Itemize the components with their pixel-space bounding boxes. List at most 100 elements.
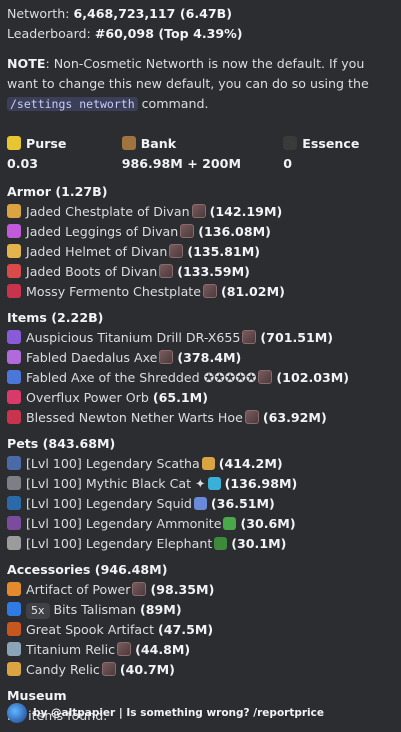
pet-item-icon	[207, 477, 221, 490]
accessories-list: Artifact of Power (98.35M) 5x Bits Talisma…	[7, 580, 393, 680]
item-name: Jaded Helmet of Divan	[26, 244, 168, 259]
stat-bank-label: Bank	[140, 136, 177, 151]
elephant-pet-icon	[7, 536, 21, 550]
networth-gem-icon	[202, 284, 217, 298]
stat-purse: Purse 0.03	[7, 134, 122, 176]
networth-label: Networth:	[7, 6, 70, 21]
networth-line: Networth: 6,468,723,117 (6.47B)	[7, 4, 393, 24]
accessories-section-title: Accessories (946.48M)	[7, 562, 168, 577]
networth-gem-icon	[244, 410, 259, 424]
list-item: [Lvl 100] Legendary Squid (36.51M)	[7, 494, 393, 514]
scatha-pet-icon	[7, 456, 21, 470]
helmet-icon	[7, 244, 21, 258]
embed-footer: by @altpapier | Is something wrong? /rep…	[7, 703, 324, 723]
item-value: (44.8M)	[135, 642, 191, 657]
leaderboard-label: Leaderboard:	[7, 26, 91, 41]
item-name: Candy Relic	[26, 662, 100, 677]
item-name: Artifact of Power	[26, 582, 131, 597]
item-name: [Lvl 100] Legendary Ammonite	[26, 516, 222, 531]
list-item: Artifact of Power (98.35M)	[7, 580, 393, 600]
stats-row: Purse 0.03 Bank 986.98M + 200M Essence 0	[7, 134, 393, 176]
networth-gem-icon	[191, 204, 206, 218]
candy-relic-icon	[7, 662, 21, 676]
list-item: Mossy Fermento Chestplate (81.02M)	[7, 282, 393, 302]
list-item: [Lvl 100] Legendary Scatha (414.2M)	[7, 454, 393, 474]
pet-item-icon	[223, 517, 237, 530]
list-item: Great Spook Artifact (47.5M)	[7, 620, 393, 640]
stat-essence-label: Essence	[302, 136, 360, 151]
item-value: (701.51M)	[260, 330, 334, 345]
list-item: Jaded Leggings of Divan (136.08M)	[7, 222, 393, 242]
item-value: (40.7M)	[119, 662, 175, 677]
leaderboard-value: #60,098 (Top 4.39%)	[94, 26, 243, 41]
networth-gem-icon	[159, 350, 174, 364]
artifact-icon	[7, 582, 21, 596]
list-item: Overflux Power Orb (65.1M)	[7, 388, 393, 408]
item-name: Jaded Leggings of Divan	[26, 224, 179, 239]
list-item: Titanium Relic (44.8M)	[7, 640, 393, 660]
item-value: (65.1M)	[152, 390, 208, 405]
list-item: [Lvl 100] Legendary Ammonite (30.6M)	[7, 514, 393, 534]
power-orb-icon	[7, 390, 21, 404]
pets-section-title: Pets (843.68M)	[7, 436, 116, 451]
chestplate-icon	[7, 204, 21, 218]
black-cat-pet-icon	[7, 476, 21, 490]
pet-item-icon	[214, 537, 228, 550]
networth-gem-icon	[242, 330, 257, 344]
item-name: [Lvl 100] Legendary Elephant	[26, 536, 213, 551]
items-section-title: Items (2.22B)	[7, 310, 104, 325]
item-name: Fabled Daedalus Axe	[26, 350, 158, 365]
item-name: [Lvl 100] Legendary Scatha	[26, 456, 200, 471]
stat-bank-value: 986.98M + 200M	[121, 156, 241, 171]
list-item: Candy Relic (40.7M)	[7, 660, 393, 680]
squid-pet-icon	[7, 496, 21, 510]
item-name: Blessed Newton Nether Warts Hoe	[26, 410, 243, 425]
drill-icon	[7, 330, 21, 344]
list-item: Auspicious Titanium Drill DR-X655 (701.51…	[7, 328, 393, 348]
item-name: Bits Talisman	[53, 602, 137, 617]
list-item: Jaded Chestplate of Divan (142.19M)	[7, 202, 393, 222]
list-item: [Lvl 100] Mythic Black Cat ✦ (136.98M)	[7, 474, 393, 494]
item-value: (98.35M)	[150, 582, 215, 597]
leaderboard-line: Leaderboard: #60,098 (Top 4.39%)	[7, 24, 393, 44]
item-name: Titanium Relic	[26, 642, 116, 657]
item-value: (378.4M)	[177, 350, 242, 365]
stat-essence-value: 0	[283, 156, 293, 171]
item-value: (135.81M)	[187, 244, 260, 259]
axe-icon	[7, 370, 21, 384]
item-value: (136.98M)	[224, 476, 298, 491]
networth-gem-icon	[117, 642, 132, 656]
hoe-icon	[7, 410, 21, 424]
item-name: [Lvl 100] Legendary Squid	[26, 496, 192, 511]
spook-artifact-icon	[7, 622, 21, 636]
stat-essence: Essence 0	[283, 134, 393, 176]
bits-talisman-icon	[7, 602, 21, 616]
networth-gem-icon	[169, 244, 184, 258]
item-name: Great Spook Artifact	[26, 622, 155, 637]
list-item: [Lvl 100] Legendary Elephant (30.1M)	[7, 534, 393, 554]
note-text-before: : Non-Cosmetic Networth is now the defau…	[7, 56, 369, 91]
item-name: Mossy Fermento Chestplate	[26, 284, 201, 299]
networth-embed: Networth: 6,468,723,117 (6.47B) Leaderbo…	[0, 0, 401, 726]
footer-text: by @altpapier | Is something wrong? /rep…	[33, 707, 324, 719]
item-name: Overflux Power Orb	[26, 390, 149, 405]
count-badge: 5x	[26, 603, 50, 619]
bot-avatar-icon	[7, 703, 27, 723]
item-value: (47.5M)	[158, 622, 214, 637]
list-item: Jaded Helmet of Divan (135.81M)	[7, 242, 393, 262]
sparkle-icon: ✦	[195, 476, 206, 491]
item-value: (30.6M)	[240, 516, 296, 531]
chestplate-icon	[7, 284, 21, 298]
networth-gem-icon	[159, 264, 174, 278]
stat-purse-label: Purse	[26, 136, 67, 151]
item-name: Jaded Chestplate of Divan	[26, 204, 190, 219]
list-item: Fabled Daedalus Axe (378.4M)	[7, 348, 393, 368]
item-value: (142.19M)	[209, 204, 283, 219]
item-value: (136.08M)	[198, 224, 271, 239]
pet-item-icon	[201, 457, 215, 470]
stat-purse-value: 0.03	[7, 156, 39, 171]
item-name: Jaded Boots of Divan	[26, 264, 158, 279]
item-value: (102.03M)	[276, 370, 350, 385]
list-item: Blessed Newton Nether Warts Hoe (63.92M)	[7, 408, 393, 428]
boots-icon	[7, 264, 21, 278]
